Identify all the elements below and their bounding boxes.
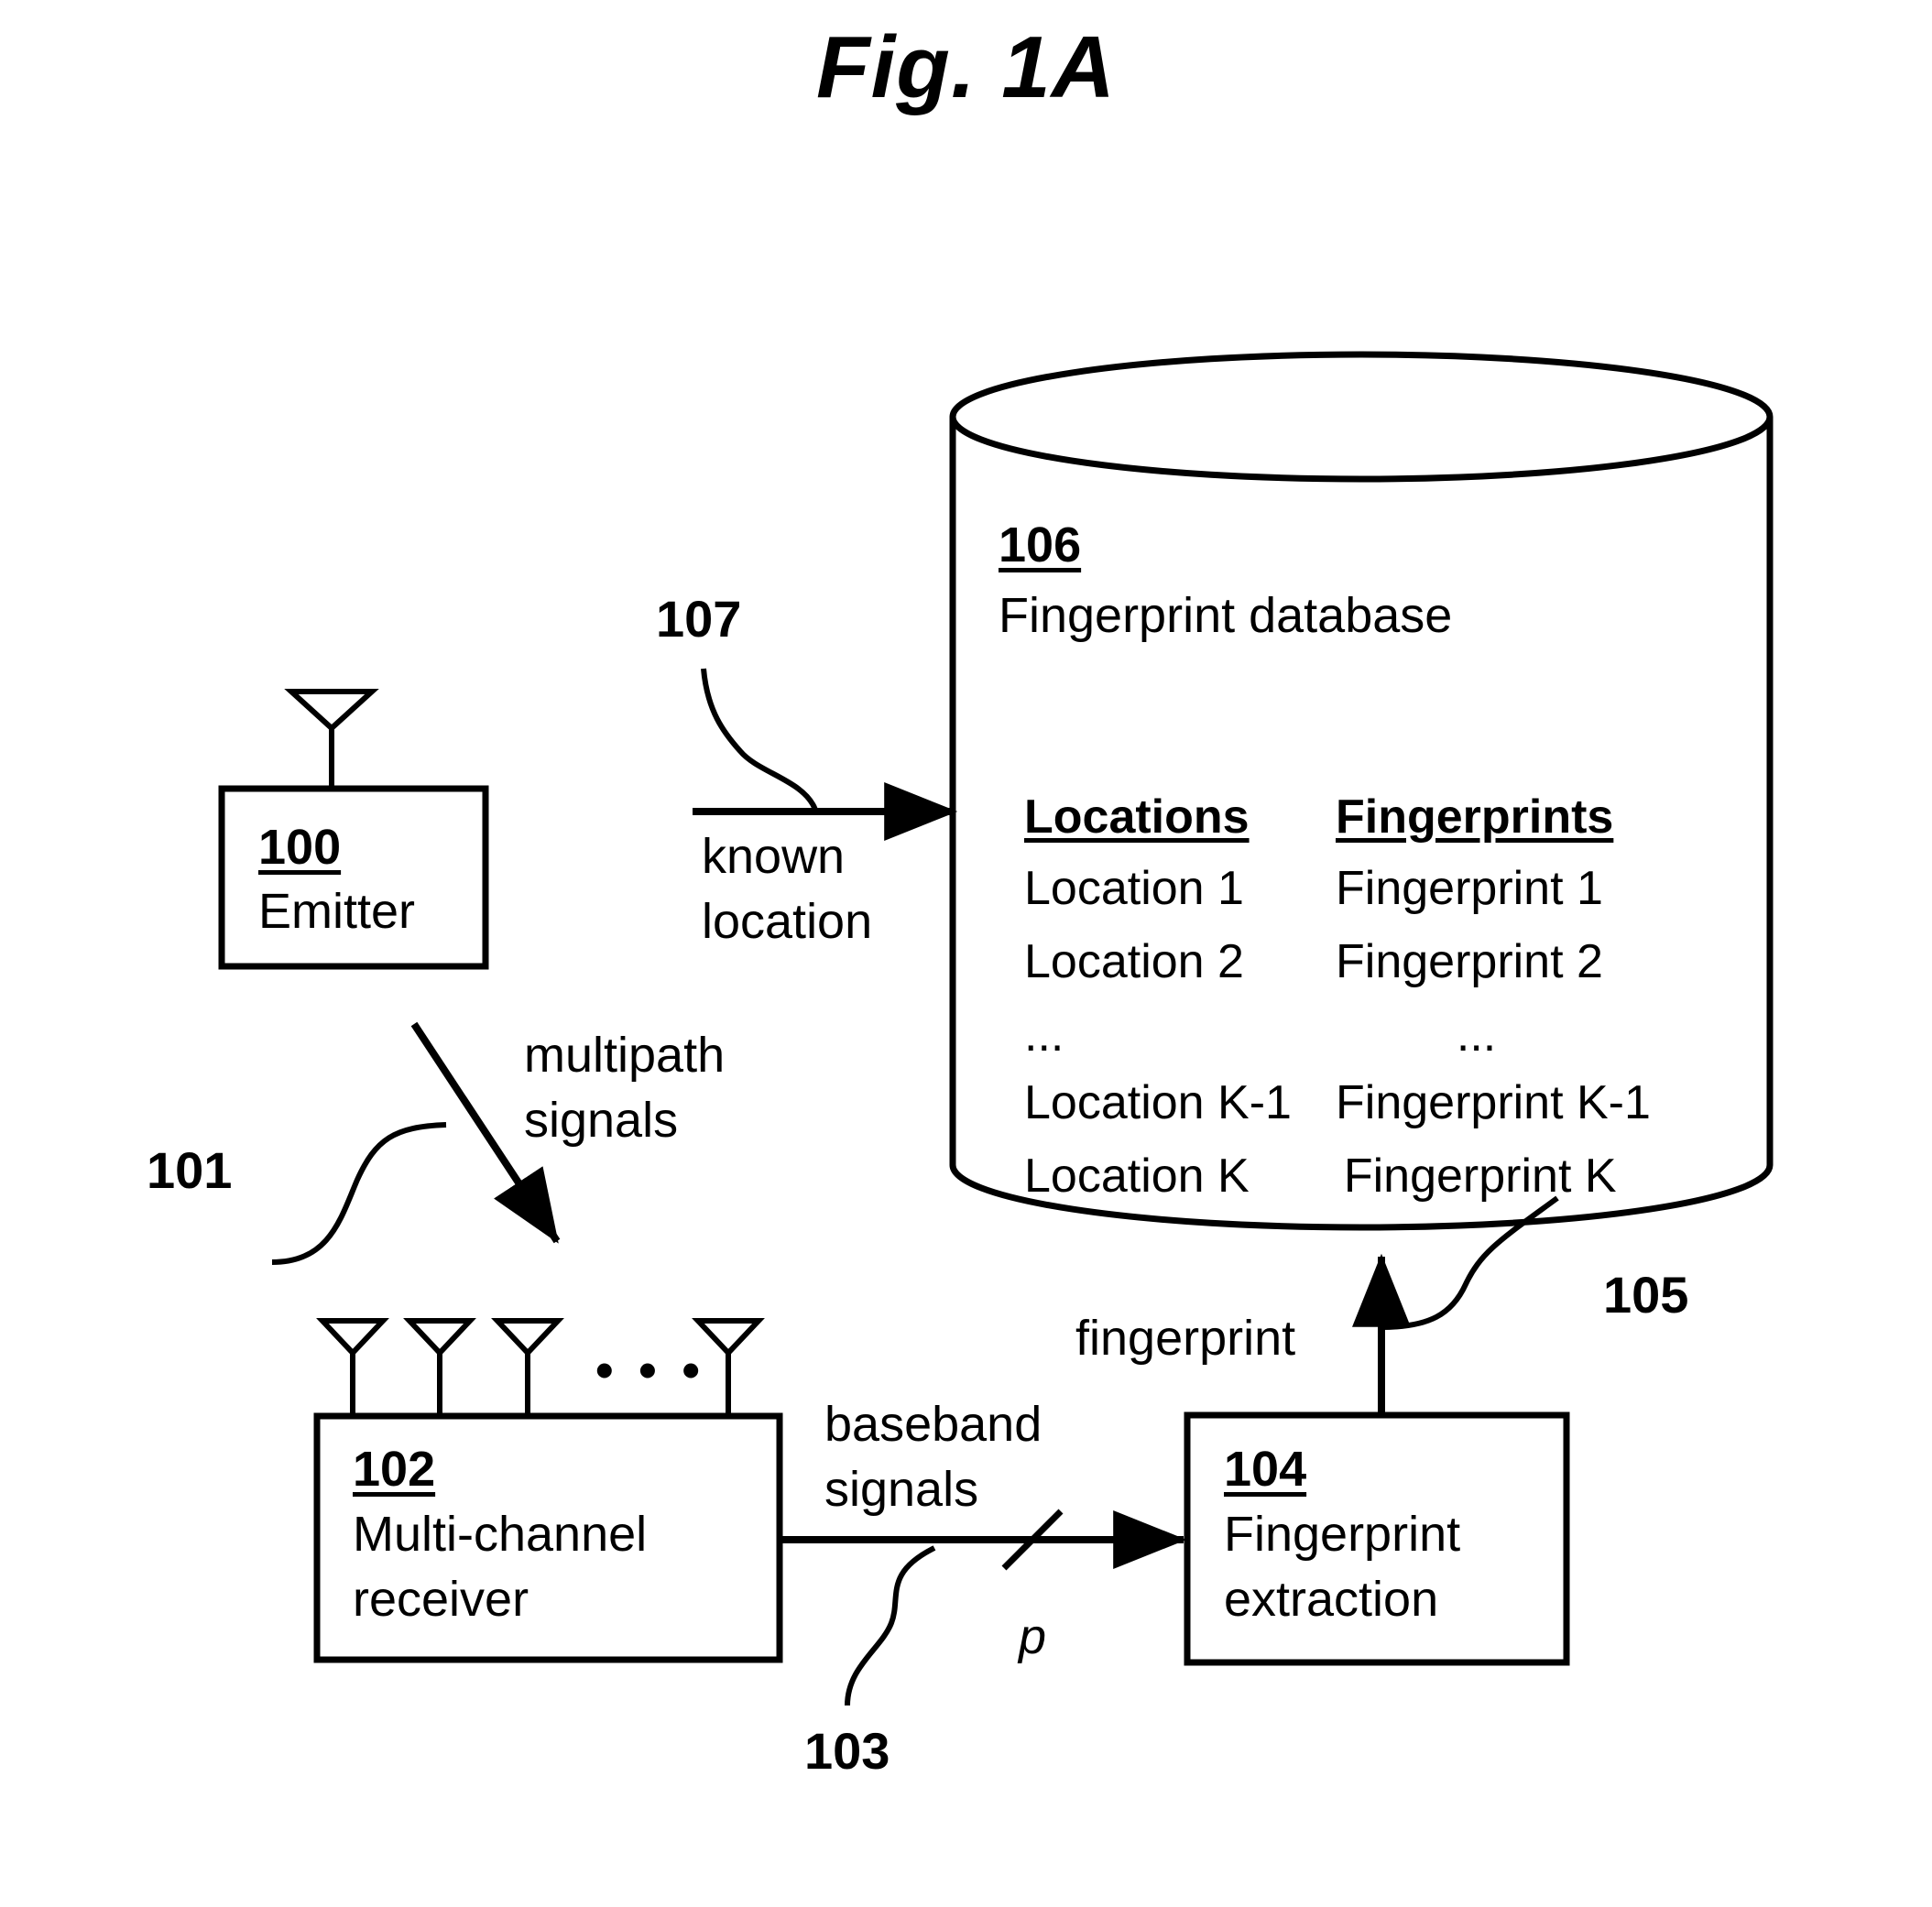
- table-row: Location K Fingerprint K: [1024, 1149, 1720, 1204]
- table-cell-fingerprint-ellipsis: ...: [1456, 1008, 1497, 1062]
- emitter-box-outline: [218, 785, 489, 970]
- table-header-fingerprints: Fingerprints: [1336, 790, 1614, 844]
- table-cell-location: Location K-1: [1024, 1076, 1292, 1129]
- extraction-label-line1: Fingerprint: [1224, 1507, 1461, 1562]
- known-location-label-line1: known: [702, 829, 846, 884]
- fingerprint-arrow: [1352, 1195, 1559, 1415]
- fingerprint-database-table: Locations Fingerprints Location 1 Finger…: [1024, 790, 1720, 1204]
- database-ref-number: 106: [999, 518, 1082, 572]
- receiver-ref-number: 102: [353, 1442, 436, 1497]
- extraction-ref-number: 104: [1224, 1442, 1307, 1497]
- extraction-label-line2: extraction: [1224, 1572, 1439, 1627]
- fingerprint-link-label: fingerprint: [1075, 1311, 1296, 1366]
- table-cell-fingerprint: Fingerprint 2: [1336, 935, 1603, 988]
- known-location-callout-number: 107: [656, 590, 742, 648]
- emitter-ref-number: 100: [258, 820, 342, 875]
- known-location-arrow: [693, 668, 958, 841]
- baseband-callout-number: 103: [804, 1722, 890, 1780]
- baseband-label-line1: baseband: [824, 1397, 1042, 1452]
- table-row-ellipsis: ... ...: [1024, 1008, 1720, 1062]
- table-row: Location K-1 Fingerprint K-1: [1024, 1075, 1720, 1130]
- table-cell-location: Location K: [1024, 1150, 1250, 1203]
- antenna-array-ellipsis-icon: • • •: [595, 1341, 705, 1399]
- patent-figure-1a: Fig. 1A 100 Emitter 101 multipath signal…: [0, 0, 1932, 1907]
- table-cell-location-ellipsis: ...: [1024, 1008, 1064, 1062]
- table-header-locations: Locations: [1024, 790, 1250, 844]
- baseband-signal-arrow: [780, 1509, 1187, 1706]
- table-row: Location 2 Fingerprint 2: [1024, 934, 1720, 989]
- multipath-callout-number: 101: [147, 1141, 233, 1199]
- emitter-label: Emitter: [258, 884, 416, 939]
- table-cell-fingerprint: Fingerprint 1: [1336, 862, 1603, 915]
- bus-width-label: p: [1019, 1609, 1047, 1664]
- database-title: Fingerprint database: [999, 588, 1453, 643]
- table-cell-fingerprint: Fingerprint K: [1343, 1150, 1617, 1203]
- baseband-label-line2: signals: [824, 1462, 979, 1517]
- multipath-label-line2: signals: [524, 1093, 679, 1148]
- emitter-antenna-icon: [284, 689, 379, 789]
- known-location-label-line2: location: [702, 894, 873, 949]
- table-cell-location: Location 2: [1024, 935, 1244, 988]
- table-row: Location 1 Fingerprint 1: [1024, 861, 1720, 916]
- receiver-label-line2: receiver: [353, 1572, 529, 1627]
- fingerprint-link-callout-number: 105: [1603, 1266, 1689, 1324]
- multipath-label-line1: multipath: [524, 1028, 726, 1083]
- table-cell-location: Location 1: [1024, 862, 1244, 915]
- figure-title: Fig. 1A: [815, 18, 1116, 116]
- table-cell-fingerprint: Fingerprint K-1: [1336, 1076, 1651, 1129]
- multipath-signal-arrow: [271, 1021, 561, 1265]
- receiver-label-line1: Multi-channel: [353, 1507, 648, 1562]
